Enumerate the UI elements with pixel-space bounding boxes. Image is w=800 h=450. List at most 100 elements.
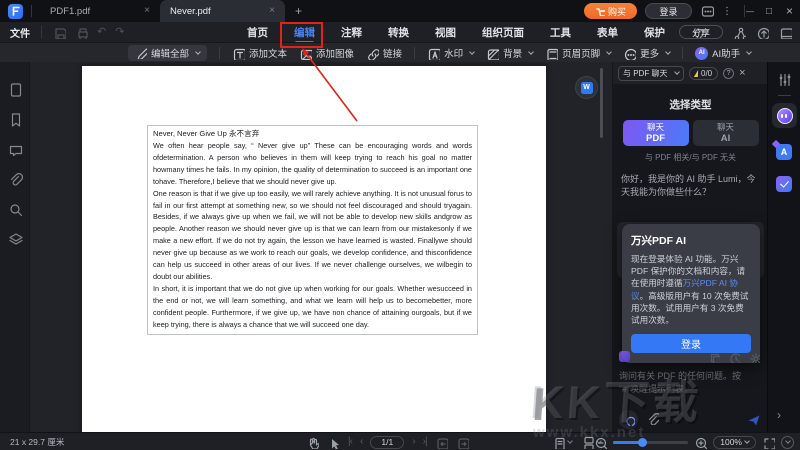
next-page-icon[interactable]: › <box>412 437 414 447</box>
divider <box>31 5 32 17</box>
help-icon[interactable]: ? <box>723 68 734 79</box>
history-icon[interactable] <box>728 351 740 363</box>
vertical-scrollbar[interactable] <box>600 68 603 138</box>
close-panel-icon[interactable]: × <box>739 67 745 79</box>
last-page-icon[interactable]: ›| <box>423 437 427 447</box>
add-image-button[interactable]: 添加图像 <box>299 46 354 60</box>
menu-home[interactable]: 首页 <box>247 25 268 40</box>
menu-view[interactable]: 视图 <box>435 25 456 40</box>
maximize-icon[interactable]: □ <box>766 0 772 22</box>
ai-assistant-button[interactable]: AI AI助手 <box>695 46 751 60</box>
minimize-icon[interactable]: — <box>746 0 754 22</box>
select-tool-icon[interactable] <box>327 436 340 449</box>
background-button[interactable]: 背景 <box>486 46 533 60</box>
zoom-slider[interactable] <box>613 441 688 444</box>
new-tab-icon[interactable]: + <box>295 4 302 18</box>
chevron-down-icon <box>674 69 680 75</box>
divider <box>219 47 220 59</box>
first-page-icon[interactable]: |‹ <box>348 437 352 447</box>
watermark-button[interactable]: 水印 <box>427 46 474 60</box>
zoom-out-icon[interactable] <box>594 436 607 449</box>
add-text-button[interactable]: 添加文本 <box>232 46 287 60</box>
app-logo[interactable] <box>8 4 23 19</box>
translate-icon[interactable]: A <box>776 144 792 160</box>
single-page-view-icon[interactable] <box>552 436 572 449</box>
link-icon <box>366 47 379 60</box>
edit-all-button[interactable]: 编辑全部 <box>128 45 207 61</box>
menu-tools[interactable]: 工具 <box>550 25 571 40</box>
link-button[interactable]: 链接 <box>366 46 402 60</box>
redo-icon[interactable]: ↷ <box>115 27 124 38</box>
undo-icon[interactable]: ↶ <box>97 27 106 38</box>
save-icon[interactable] <box>53 26 66 39</box>
menu-convert[interactable]: 转换 <box>388 25 409 40</box>
menu-edit[interactable]: 编辑 <box>294 25 315 40</box>
text-edit-box[interactable]: Never, Never Give Up 永不言弃 We often hear … <box>147 125 478 335</box>
zoom-level-select[interactable]: 100% <box>713 436 756 449</box>
chat-pdf-button[interactable]: 聊天 PDF <box>623 120 689 146</box>
type-caption: 与 PDF 相关/与 PDF 无关 <box>613 152 768 163</box>
copy-icon[interactable] <box>708 351 720 363</box>
thumbnails-icon[interactable] <box>8 82 23 97</box>
share-button[interactable]: 分享 <box>679 25 723 39</box>
menu-forms[interactable]: 表单 <box>597 25 618 40</box>
menu-comment[interactable]: 注释 <box>341 25 362 40</box>
menu-organize-pages[interactable]: 组织页面 <box>482 25 524 40</box>
chat-mode-select[interactable]: 与 PDF 聊天 <box>618 66 684 81</box>
menu-protect[interactable]: 保护 <box>644 25 665 40</box>
next-view-icon[interactable] <box>456 436 469 449</box>
zoom-in-icon[interactable] <box>694 436 707 449</box>
sparkle-icon <box>772 140 780 148</box>
upload-icon[interactable] <box>756 26 769 39</box>
chat-ai-button[interactable]: 聊天 AI <box>693 120 759 146</box>
collapse-toolbar-icon[interactable] <box>779 26 792 39</box>
collaborate-icon[interactable] <box>733 26 746 39</box>
more-menu-icon[interactable]: ⋮ <box>722 0 732 22</box>
tasks-check-icon[interactable] <box>776 176 792 192</box>
hand-tool-icon[interactable] <box>306 436 319 449</box>
prompt-library-icon[interactable] <box>619 351 630 362</box>
tab-close-icon[interactable]: × <box>142 6 152 16</box>
chat-area: 选择类型 聊天 PDF 聊天 AI 与 PDF 相关/与 PDF 无关 你好，我… <box>613 84 768 432</box>
search-icon[interactable] <box>8 202 23 217</box>
tab-never[interactable]: Never.pdf × <box>160 0 285 22</box>
lightning-icon <box>694 70 700 77</box>
feedback-icon[interactable] <box>700 4 714 18</box>
close-window-icon[interactable]: × <box>786 0 793 22</box>
menu-file[interactable]: 文件 <box>10 25 30 40</box>
ai-robot-icon[interactable] <box>772 103 797 128</box>
hide-statusbar-icon[interactable] <box>781 436 794 449</box>
document-canvas[interactable]: Never, Never Give Up 永不言弃 We often hear … <box>30 62 612 432</box>
ai-login-popup: 万兴PDF AI 现在登录体验 AI 功能。万兴PDF 保护你的文档和内容，请在… <box>622 224 760 363</box>
idea-icon[interactable] <box>619 410 638 429</box>
attach-file-icon[interactable] <box>646 412 659 425</box>
page-indicator[interactable]: 1/1 <box>370 436 404 449</box>
header-footer-button[interactable]: 页眉页脚 <box>545 46 611 60</box>
fullscreen-icon[interactable] <box>762 436 775 449</box>
pdf-page[interactable]: Never, Never Give Up 永不言弃 We often hear … <box>82 66 546 432</box>
properties-icon[interactable] <box>777 72 791 86</box>
previous-view-icon[interactable] <box>435 436 448 449</box>
more-dots-icon <box>623 47 636 60</box>
send-icon[interactable] <box>746 412 760 426</box>
header-footer-icon <box>545 47 558 60</box>
login-button[interactable]: 登录 <box>645 3 692 19</box>
settings-icon[interactable] <box>748 351 760 363</box>
chat-input-placeholder[interactable]: 询问有关 PDF 的任何问题。按 “#”唤醒提示列表。 <box>619 370 762 395</box>
word-icon: W <box>581 82 593 94</box>
layers-icon[interactable] <box>8 232 23 247</box>
pen-icon <box>135 47 147 59</box>
statusbar: 21 x 29.7 厘米 |‹ ‹ 1/1 › ›| 100% <box>0 432 800 450</box>
buy-button[interactable]: 购买 <box>584 3 637 19</box>
more-tools-button[interactable]: 更多 <box>623 46 670 60</box>
collapse-panel-icon[interactable]: › <box>777 408 781 422</box>
convert-to-word-button[interactable]: W <box>575 76 598 99</box>
comments-icon[interactable] <box>8 142 23 157</box>
zoom-slider-handle[interactable] <box>638 438 647 447</box>
attachments-icon[interactable] <box>8 172 23 187</box>
previous-page-icon[interactable]: ‹ <box>360 437 362 447</box>
print-icon[interactable] <box>75 26 88 39</box>
bookmarks-icon[interactable] <box>8 112 23 127</box>
tab-pdf1[interactable]: PDF1.pdf × <box>40 0 160 22</box>
tab-close-icon[interactable]: × <box>267 6 277 16</box>
